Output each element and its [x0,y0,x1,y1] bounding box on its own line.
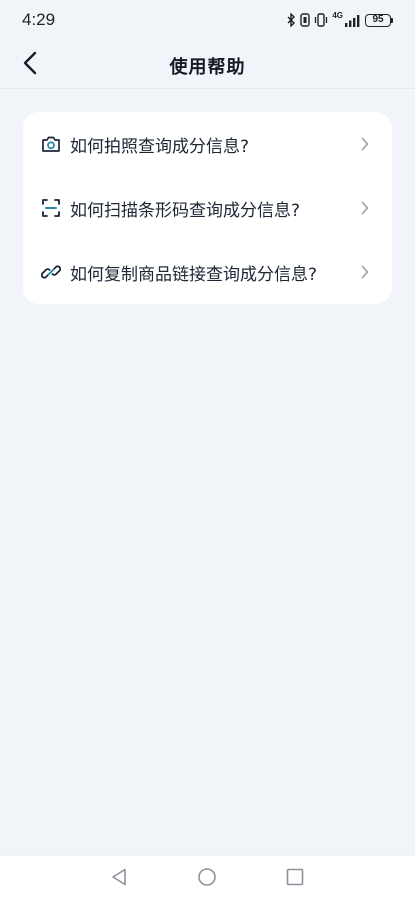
nfc-icon [300,13,311,27]
nav-home-button[interactable] [196,868,218,890]
help-list-card: 如何拍照查询成分信息? 如何扫描条形码查询成分信息? 如何复制商品链接查询成分信… [23,112,392,304]
square-recents-icon [286,868,304,890]
bluetooth-icon [287,13,296,27]
nav-bar: 使用帮助 [0,42,415,88]
header-divider [0,88,415,89]
chevron-right-icon [358,201,372,215]
battery-icon: 95 [365,13,393,27]
help-item-link[interactable]: 如何复制商品链接查询成分信息? [23,240,392,304]
battery-level: 95 [365,13,391,27]
circle-home-icon [197,867,217,891]
chevron-right-icon [358,137,372,151]
page-title: 使用帮助 [169,57,246,78]
help-item-label: 如何复制商品链接查询成分信息? [70,264,318,285]
nav-recents-button[interactable] [284,868,306,890]
link-icon [40,261,62,283]
status-bar: 4:29 4G 95 [0,0,415,42]
network-type: 4G [332,10,343,20]
help-item-barcode[interactable]: 如何扫描条形码查询成分信息? [23,176,392,240]
scan-icon [40,197,62,219]
help-item-photo[interactable]: 如何拍照查询成分信息? [23,112,392,176]
vibrate-icon [314,13,328,27]
system-nav-bar [0,855,415,901]
camera-icon [40,133,62,155]
chevron-right-icon [358,265,372,279]
signal-icon [345,14,361,27]
help-item-label: 如何拍照查询成分信息? [70,136,250,157]
help-item-label: 如何扫描条形码查询成分信息? [70,200,301,221]
nav-back-button[interactable] [108,868,130,890]
status-time: 4:29 [22,10,56,29]
triangle-back-icon [111,868,127,890]
status-icons: 4G 95 [287,10,393,30]
